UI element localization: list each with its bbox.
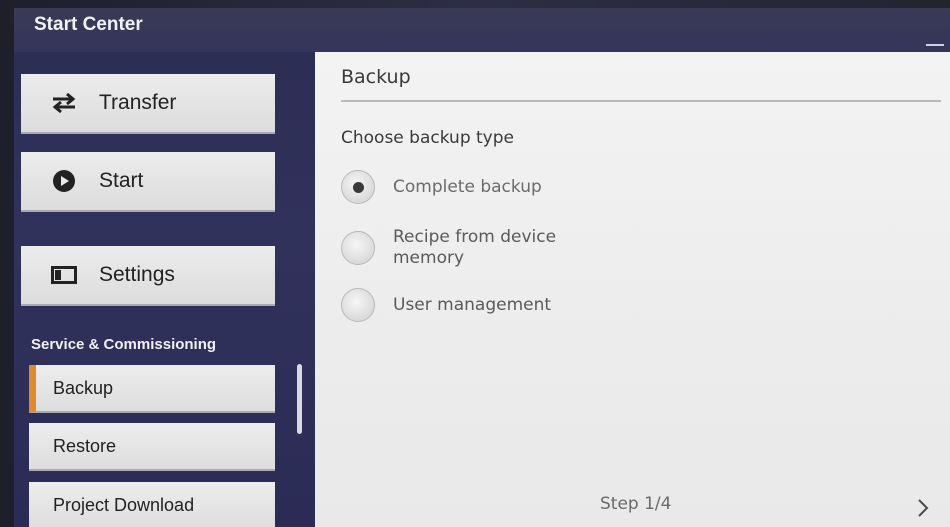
sidebar-item-restore[interactable]: Restore <box>29 423 275 471</box>
sidebar-item-label: Project Download <box>53 494 195 515</box>
hmi-screen: Start Center Transfer Start Settings Ser… <box>14 8 950 527</box>
sidebar-item-label: Restore <box>53 435 117 456</box>
radio-button[interactable] <box>341 231 375 265</box>
window-title: Start Center <box>34 14 143 35</box>
title-bar: Start Center <box>14 8 950 52</box>
option-complete-backup[interactable]: Complete backup <box>341 170 593 204</box>
section-label: Service & Commissioning <box>31 336 217 353</box>
settings-panel-icon <box>51 262 77 288</box>
transfer-arrows-icon <box>51 90 77 116</box>
transfer-label: Transfer <box>99 91 177 114</box>
option-label: User management <box>393 294 552 315</box>
play-circle-icon <box>51 168 77 194</box>
minimize-icon[interactable] <box>924 28 946 46</box>
radio-button[interactable] <box>341 288 375 322</box>
transfer-button[interactable]: Transfer <box>21 74 275 134</box>
option-label: Complete backup <box>393 176 542 197</box>
settings-label: Settings <box>99 263 175 286</box>
choose-backup-type-label: Choose backup type <box>341 128 514 148</box>
radio-button[interactable] <box>341 170 375 204</box>
radio-selected-dot <box>352 181 364 193</box>
sidebar-scrollbar[interactable] <box>297 364 302 434</box>
start-button[interactable]: Start <box>21 152 275 212</box>
panel-title: Backup <box>341 66 411 88</box>
start-label: Start <box>99 169 144 192</box>
chevron-right-icon[interactable] <box>911 494 935 522</box>
sidebar-item-backup[interactable]: Backup <box>29 365 275 413</box>
option-user-management[interactable]: User management <box>341 288 593 322</box>
option-recipe-from-device-memory[interactable]: Recipe from device memory <box>341 227 583 269</box>
sidebar-item-label: Backup <box>53 377 114 398</box>
settings-button[interactable]: Settings <box>21 246 275 306</box>
option-label: Recipe from device memory <box>393 227 557 268</box>
title-divider <box>341 100 941 102</box>
sidebar-item-project-download[interactable]: Project Download <box>29 482 275 527</box>
backup-panel: Backup Choose backup type Complete backu… <box>315 52 950 527</box>
step-indicator: Step 1/4 <box>600 494 672 514</box>
